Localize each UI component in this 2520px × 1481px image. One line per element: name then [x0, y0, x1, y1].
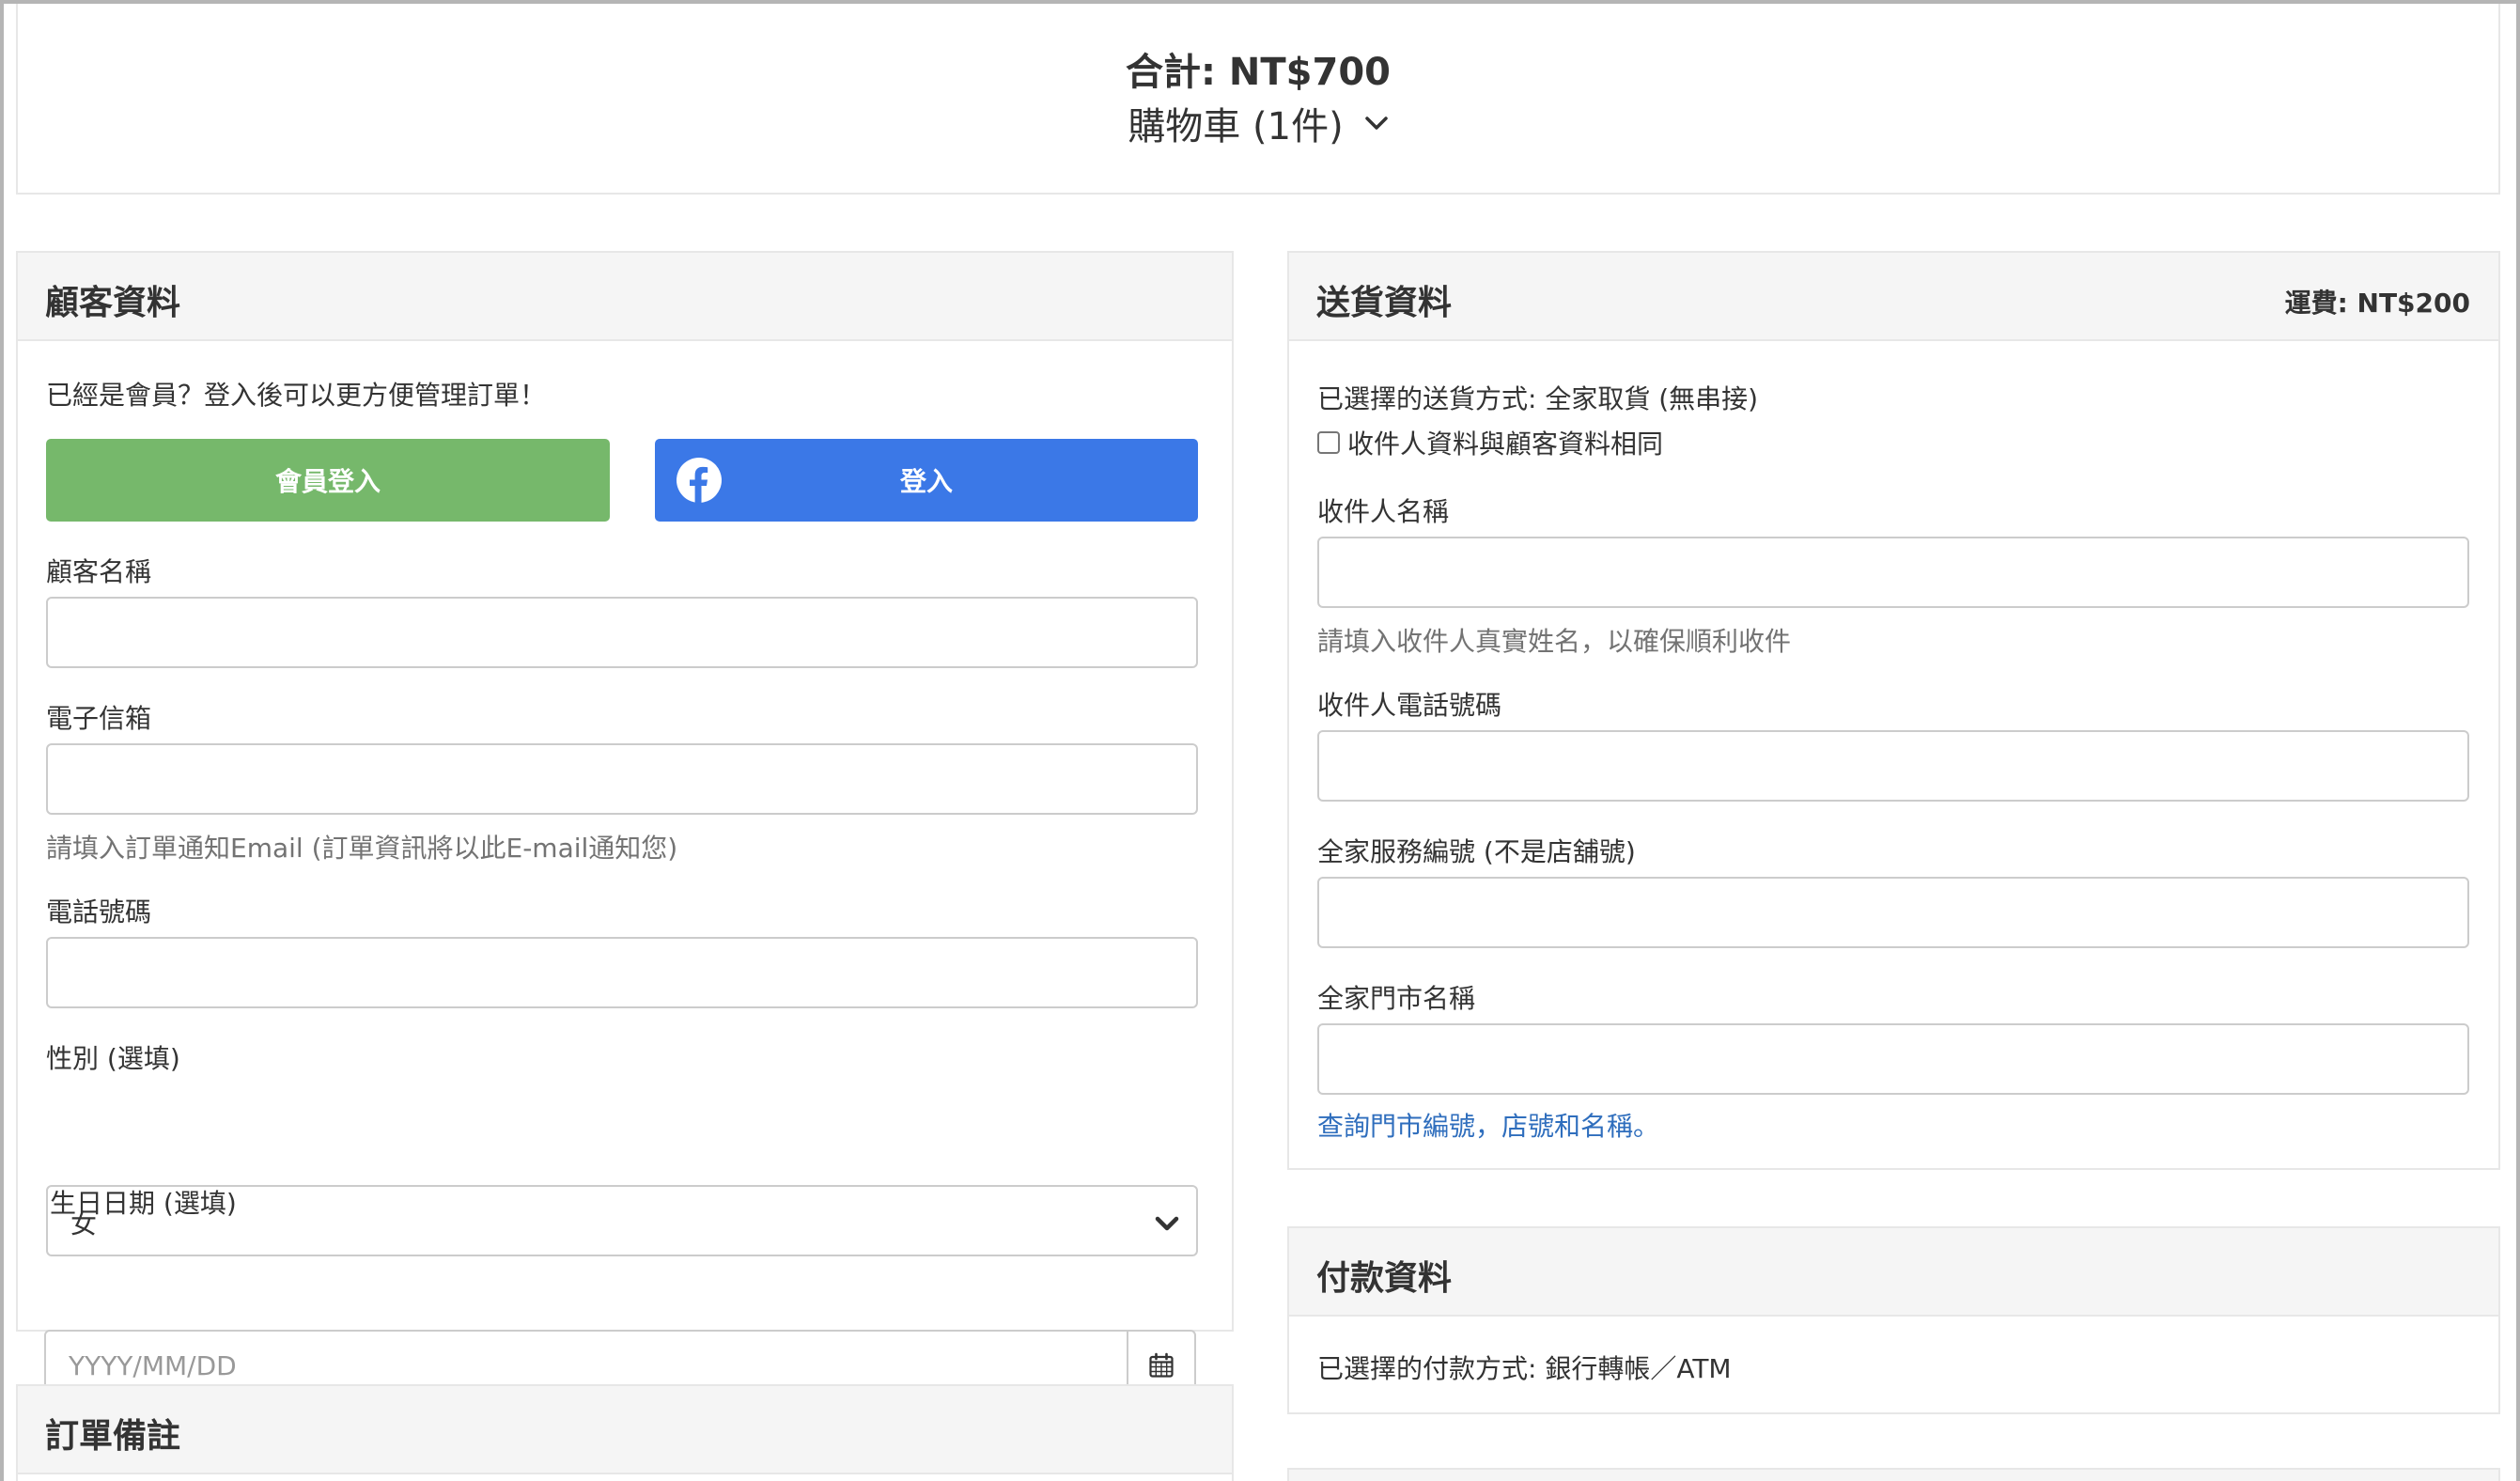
customer-name-label: 顧客名稱 [46, 556, 152, 587]
customer-name-input[interactable] [46, 597, 1198, 668]
email-label: 電子信箱 [46, 703, 152, 734]
payment-method-text: 已選擇的付款方式: 銀行轉帳／ATM [1317, 1353, 1732, 1384]
email-help-text: 請填入訂單通知Email (訂單資訊將以此E-mail通知您) [46, 833, 678, 864]
recipient-name-input[interactable] [1317, 537, 2469, 608]
customer-panel: 顧客資料 已經是會員？登入後可以更方便管理訂單！ 會員登入 登入 顧客名稱 電子… [16, 251, 1234, 1332]
store-name-input[interactable] [1317, 1023, 2469, 1095]
store-lookup-link[interactable]: 查詢門市編號，店號和名稱。 [1317, 1106, 1659, 1144]
payment-panel-title: 付款資料 [1316, 1259, 1453, 1298]
cart-total: 合計: NT$700 [1125, 51, 1391, 94]
delivery-method-text: 已選擇的送貨方式: 全家取貨 (無串接) [1317, 383, 1759, 414]
same-as-customer-label[interactable]: 收件人資料與顧客資料相同 [1347, 424, 1663, 461]
customer-panel-header: 顧客資料 [18, 253, 1232, 341]
payment-panel: 付款資料 已選擇的付款方式: 銀行轉帳／ATM [1287, 1226, 2500, 1414]
checkout-page: 合計: NT$700 購物車 (1件) 顧客資料 已經是會員？登入後可以更方便管… [4, 4, 2516, 1481]
calendar-icon [1149, 1352, 1174, 1378]
delivery-panel-title: 送貨資料 [1316, 284, 1453, 322]
delivery-panel-header: 送貨資料 運費: NT$200 [1289, 253, 2498, 341]
recipient-name-help-text: 請填入收件人真實姓名，以確保順利收件 [1317, 626, 1792, 657]
cart-toggle-label: 購物車 (1件) [1128, 105, 1344, 148]
delivery-panel: 送貨資料 運費: NT$200 已選擇的送貨方式: 全家取貨 (無串接) 收件人… [1287, 251, 2500, 1170]
chevron-down-icon [1155, 1216, 1179, 1231]
same-as-customer-row: 收件人資料與顧客資料相同 [1317, 424, 1663, 461]
phone-label: 電話號碼 [46, 896, 152, 928]
recipient-phone-input[interactable] [1317, 730, 2469, 802]
member-login-button[interactable]: 會員登入 [46, 439, 610, 522]
next-panel-edge [1287, 1468, 2500, 1481]
order-note-panel-header: 訂單備註 [18, 1386, 1232, 1474]
cart-toggle[interactable]: 購物車 (1件) [18, 96, 2498, 150]
facebook-icon [677, 458, 722, 503]
store-name-label: 全家門市名稱 [1317, 983, 1476, 1014]
email-input[interactable] [46, 743, 1198, 815]
service-code-label: 全家服務編號 (不是店舖號) [1317, 836, 1636, 867]
customer-panel-title: 顧客資料 [45, 284, 181, 322]
shipping-fee: 運費: NT$200 [2284, 288, 2470, 319]
recipient-name-label: 收件人名稱 [1317, 496, 1450, 527]
order-note-panel: 訂單備註 [16, 1384, 1234, 1481]
recipient-phone-label: 收件人電話號碼 [1317, 690, 1502, 721]
cart-summary: 合計: NT$700 購物車 (1件) [16, 4, 2500, 195]
same-as-customer-checkbox[interactable] [1317, 431, 1340, 454]
birthday-label: 生日日期 (選填) [50, 1188, 237, 1219]
facebook-login-button[interactable]: 登入 [655, 439, 1198, 522]
order-note-panel-title: 訂單備註 [45, 1417, 181, 1456]
facebook-login-label: 登入 [899, 466, 953, 497]
member-prompt: 已經是會員？登入後可以更方便管理訂單！ [46, 380, 547, 411]
chevron-down-icon [1364, 117, 1388, 130]
payment-panel-header: 付款資料 [1289, 1228, 2498, 1317]
phone-input[interactable] [46, 937, 1198, 1008]
service-code-input[interactable] [1317, 877, 2469, 948]
gender-label: 性別 (選填) [46, 1043, 180, 1074]
